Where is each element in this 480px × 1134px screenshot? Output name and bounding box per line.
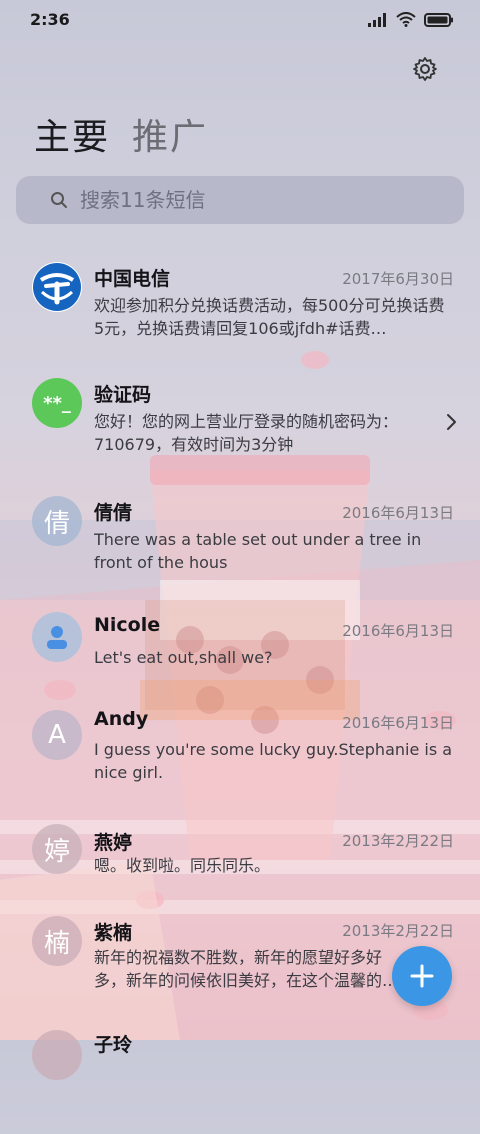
message-date: 2013年2月22日 <box>342 922 454 940</box>
tab-primary[interactable]: 主要 <box>34 108 110 160</box>
person-icon <box>47 626 67 649</box>
plus-icon <box>410 964 434 988</box>
avatar: A <box>32 710 82 760</box>
contact-name: 中国电信 <box>94 268 171 290</box>
message-preview: There was a table set out under a tree i… <box>94 530 422 572</box>
wifi-icon <box>396 12 416 27</box>
battery-icon <box>424 12 453 27</box>
message-date: 2016年6月13日 <box>342 622 454 640</box>
contact-name: 倩倩 <box>94 502 133 524</box>
chevron-right-icon[interactable] <box>444 412 458 432</box>
conversation-row[interactable]: **_ 验证码 您好！您的网上营业厅登录的随机密码为：710679，有效时间为3… <box>0 372 480 482</box>
contact-name: Andy <box>94 708 149 730</box>
message-preview: I guess you're some lucky guy.Stephanie … <box>94 740 453 782</box>
conversation-row[interactable]: A Andy 2016年6月13日 I guess you're some lu… <box>0 702 480 812</box>
conversation-row[interactable]: 子玲 <box>0 1024 480 1134</box>
search-input[interactable] <box>78 187 442 213</box>
avatar: 倩 <box>32 496 82 546</box>
contact-name: 验证码 <box>94 384 152 406</box>
contact-name: 燕婷 <box>94 832 133 854</box>
message-preview: 欢迎参加积分兑换话费活动，每500分可兑换话费5元，兑换话费请回复106或jfd… <box>94 296 445 338</box>
new-message-button[interactable] <box>392 946 452 1006</box>
message-date: 2013年2月22日 <box>342 832 454 850</box>
status-icons <box>368 12 454 27</box>
tab-promotions[interactable]: 推广 <box>132 108 208 160</box>
search-bar[interactable] <box>16 176 464 224</box>
message-preview: Let's eat out,shall we? <box>94 648 273 667</box>
contact-name: Nicole <box>94 614 161 636</box>
message-preview: 您好！您的网上营业厅登录的随机密码为：710679，有效时间为3分钟 <box>94 412 399 454</box>
contact-name: 子玲 <box>94 1034 133 1056</box>
telecom-logo-icon <box>33 263 81 311</box>
settings-gear-icon[interactable] <box>412 56 438 82</box>
avatar: **_ <box>32 378 82 428</box>
avatar: 楠 <box>32 916 82 966</box>
conversation-row[interactable]: Nicole 2016年6月13日 Let's eat out,shall we… <box>0 606 480 716</box>
avatar <box>32 612 82 662</box>
avatar <box>32 262 82 312</box>
status-bar: 2:36 <box>0 0 480 44</box>
message-date: 2016年6月13日 <box>342 714 454 732</box>
status-time: 2:36 <box>30 10 70 29</box>
message-date: 2016年6月13日 <box>342 504 454 522</box>
avatar <box>32 1030 82 1080</box>
message-date: 2017年6月30日 <box>342 270 454 288</box>
conversation-row[interactable]: 倩 倩倩 2016年6月13日 There was a table set ou… <box>0 488 480 598</box>
avatar: 婷 <box>32 824 82 874</box>
message-preview: 新年的祝福数不胜数，新年的愿望好多好多，新年的问候依旧美好，在这个温馨的时刻 <box>94 948 399 990</box>
search-icon <box>51 192 67 208</box>
message-tabs: 主要 推广 <box>34 108 208 160</box>
signal-icon <box>368 12 386 27</box>
conversation-row[interactable]: 中国电信 2017年6月30日 欢迎参加积分兑换话费活动，每500分可兑换话费5… <box>0 254 480 364</box>
contact-name: 紫楠 <box>94 922 133 944</box>
message-preview: 嗯。收到啦。同乐同乐。 <box>94 856 271 875</box>
